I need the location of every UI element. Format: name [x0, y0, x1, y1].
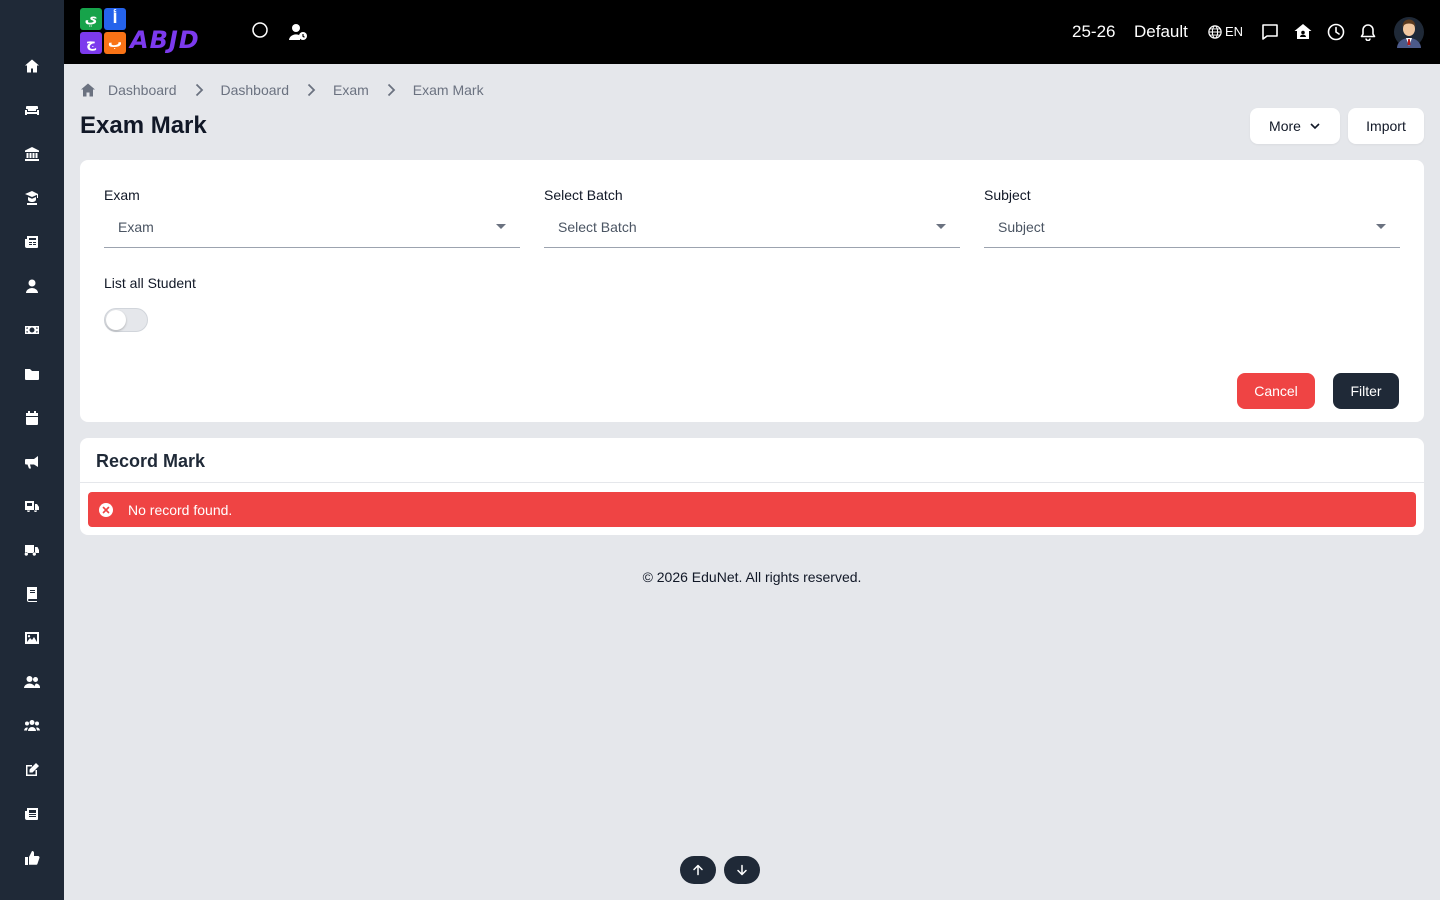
globe-icon: [1208, 25, 1222, 39]
error-alert: No record found.: [88, 492, 1416, 527]
profile-selector[interactable]: Default: [1134, 21, 1188, 43]
graduate-icon[interactable]: [22, 188, 42, 208]
megaphone-icon[interactable]: [22, 452, 42, 472]
language-selector[interactable]: EN: [1208, 23, 1243, 41]
newspaper-icon[interactable]: [22, 232, 42, 252]
caret-down-icon: [496, 224, 506, 229]
import-button-label: Import: [1366, 118, 1406, 134]
home-icon[interactable]: [80, 82, 96, 98]
circle-icon[interactable]: [250, 22, 270, 42]
toggle-knob: [106, 310, 126, 330]
arrow-down-icon: [737, 864, 747, 876]
batch-label: Select Batch: [544, 187, 623, 203]
cancel-button[interactable]: Cancel: [1237, 373, 1315, 409]
scroll-up-button[interactable]: [680, 856, 716, 884]
exam-select[interactable]: Exam: [104, 208, 520, 248]
logo-tile: ج: [80, 32, 102, 54]
subject-select[interactable]: Subject: [984, 208, 1400, 248]
breadcrumb-item[interactable]: Dashboard: [108, 82, 177, 98]
import-button[interactable]: Import: [1348, 108, 1424, 144]
breadcrumb-item[interactable]: Dashboard: [221, 82, 290, 98]
footer-text: © 2026 EduNet. All rights reserved.: [642, 569, 862, 585]
logo-tiles: ي أ ج ب: [80, 8, 128, 56]
school-bus-icon[interactable]: [22, 496, 42, 516]
more-button[interactable]: More: [1250, 108, 1340, 144]
more-button-label: More: [1269, 118, 1301, 134]
exam-select-value: Exam: [118, 219, 154, 235]
bell-icon[interactable]: [1358, 22, 1378, 42]
user-clock-icon[interactable]: [288, 22, 308, 42]
app-logo[interactable]: ي أ ج ب ABJD: [80, 8, 226, 56]
logo-tile: ي: [80, 8, 102, 30]
institution-icon[interactable]: [22, 144, 42, 164]
couch-icon[interactable]: [22, 100, 42, 120]
record-mark-card: Record Mark No record found.: [80, 438, 1424, 535]
page-title: Exam Mark: [80, 112, 207, 139]
chevron-right-icon: [386, 83, 396, 97]
chevron-right-icon: [194, 83, 204, 97]
money-icon[interactable]: [22, 320, 42, 340]
scroll-down-button[interactable]: [724, 856, 760, 884]
list-all-student-toggle[interactable]: [104, 308, 148, 332]
breadcrumb: Dashboard Dashboard Exam Exam Mark: [80, 80, 484, 100]
subject-select-value: Subject: [998, 219, 1045, 235]
exam-label: Exam: [104, 187, 140, 203]
chat-icon[interactable]: [1260, 22, 1280, 42]
language-label: EN: [1225, 24, 1244, 39]
edit-icon[interactable]: [22, 760, 42, 780]
close-circle-icon: [99, 503, 113, 517]
users-icon[interactable]: [22, 672, 42, 692]
filter-button[interactable]: Filter: [1333, 373, 1399, 409]
filter-card: Exam Select Batch Subject List all Stude…: [80, 160, 1424, 422]
arrow-up-icon: [693, 864, 703, 876]
calendar-icon[interactable]: [22, 408, 42, 428]
logo-tile: أ: [104, 8, 126, 30]
image-icon[interactable]: [22, 628, 42, 648]
home-icon[interactable]: [22, 56, 42, 76]
book-icon[interactable]: [22, 584, 42, 604]
news-icon[interactable]: [22, 804, 42, 824]
avatar[interactable]: [1394, 16, 1424, 48]
batch-select-value: Select Batch: [558, 219, 637, 235]
user-icon[interactable]: [22, 276, 42, 296]
list-all-student-label: List all Student: [104, 275, 196, 291]
academic-year[interactable]: 25-26: [1072, 21, 1115, 43]
logo-text: ABJD: [130, 26, 200, 54]
house-user-icon[interactable]: [1293, 22, 1313, 42]
record-mark-title: Record Mark: [96, 451, 206, 471]
subject-label: Subject: [984, 187, 1031, 203]
folder-icon[interactable]: [22, 364, 42, 384]
logo-tile: ب: [104, 32, 126, 54]
chevron-right-icon: [306, 83, 316, 97]
topbar: ي أ ج ب ABJD 25-26 Default EN: [64, 0, 1440, 64]
truck-icon[interactable]: [22, 540, 42, 560]
caret-down-icon: [1376, 224, 1386, 229]
clock-icon[interactable]: [1326, 22, 1346, 42]
sidebar: [0, 0, 64, 900]
thumbs-up-icon[interactable]: [22, 848, 42, 868]
batch-select[interactable]: Select Batch: [544, 208, 960, 248]
breadcrumb-current: Exam Mark: [412, 82, 484, 98]
alert-message: No record found.: [128, 502, 233, 518]
caret-down-icon: [936, 224, 946, 229]
group-icon[interactable]: [22, 716, 42, 736]
chevron-down-icon: [1310, 123, 1320, 130]
divider: [80, 482, 1424, 483]
breadcrumb-item[interactable]: Exam: [333, 82, 369, 98]
